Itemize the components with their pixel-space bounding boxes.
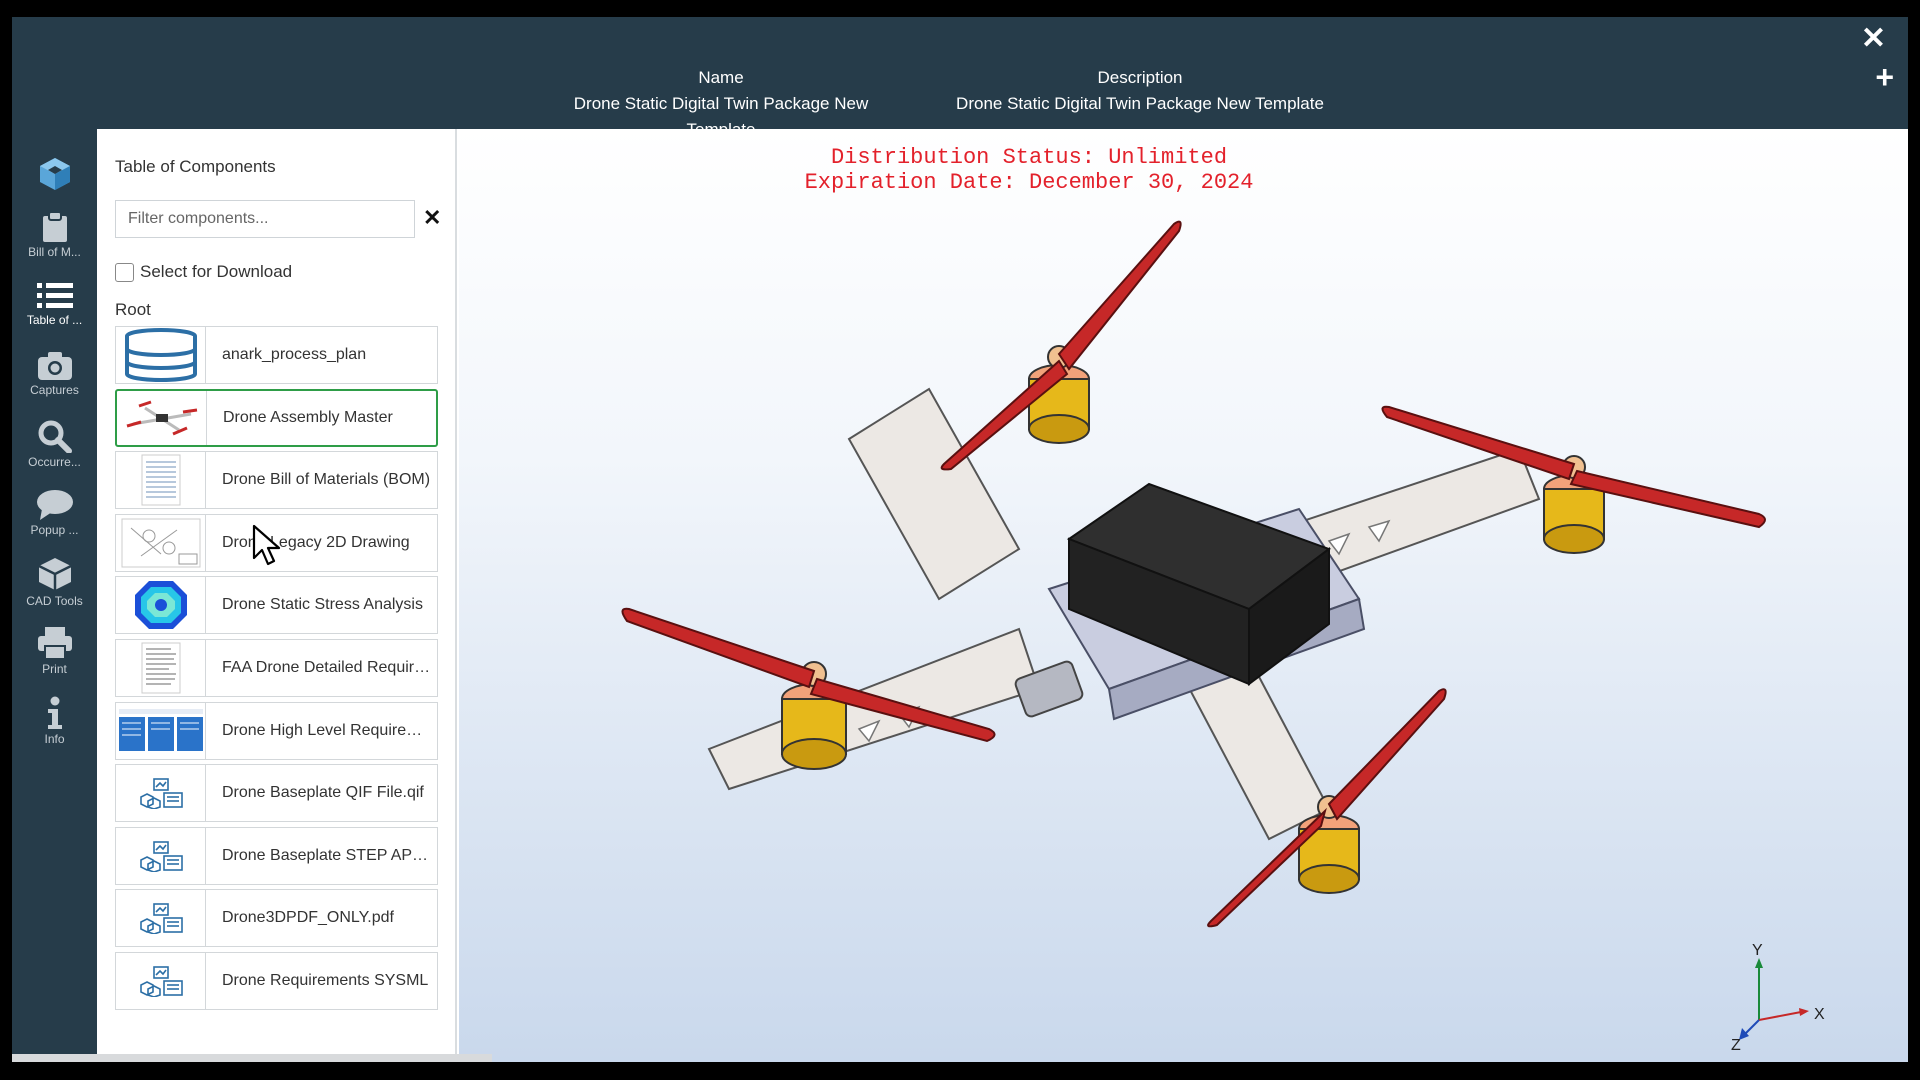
description-value: Drone Static Digital Twin Package New Te…	[956, 94, 1324, 113]
propeller-back-left-a	[1057, 220, 1182, 371]
info-icon	[47, 696, 62, 729]
component-row[interactable]: Drone3DPDF_ONLY.pdf	[115, 889, 438, 948]
rail-item-popup[interactable]: Popup ...	[12, 489, 97, 537]
drone-model[interactable]	[459, 129, 1908, 1062]
components-list: anark_process_plan Drone Assembly Master	[115, 326, 438, 1015]
database-icon	[116, 327, 206, 383]
cad-files-icon	[116, 952, 206, 1009]
header-bar: Name Drone Static Digital Twin Package N…	[12, 17, 1908, 139]
clear-filter-icon[interactable]: ✕	[423, 205, 441, 231]
document-thumb	[116, 452, 206, 509]
axis-y-label: Y	[1752, 942, 1763, 959]
select-for-download[interactable]: Select for Download	[115, 262, 292, 282]
speech-bubble-icon	[36, 490, 73, 520]
list-icon	[36, 283, 73, 308]
document-thumb	[116, 639, 206, 696]
rail-label: Occurre...	[28, 455, 81, 469]
rail-item-print[interactable]: Print	[12, 626, 97, 676]
component-label: Drone High Level Requirements	[222, 721, 434, 739]
screen: Name Drone Static Digital Twin Package N…	[0, 0, 1920, 1080]
rail-item-occurrences[interactable]: Occurre...	[12, 419, 97, 469]
rail-item-info[interactable]: Info	[12, 696, 97, 746]
component-label: Drone Assembly Master	[223, 408, 393, 426]
camera-icon	[37, 352, 72, 380]
rail-item-table-of-components[interactable]: Table of ...	[12, 281, 97, 327]
rail-item-captures[interactable]: Captures	[12, 351, 97, 397]
root-label: Root	[115, 300, 151, 319]
close-icon[interactable]: ✕	[1861, 19, 1886, 59]
component-label: Drone Bill of Materials (BOM)	[222, 471, 431, 489]
rail-label: CAD Tools	[26, 594, 83, 608]
component-row[interactable]: Drone High Level Requirements	[115, 701, 438, 760]
rail-label: Print	[42, 662, 67, 676]
axis-z-label: Z	[1731, 1037, 1741, 1052]
propeller-front-left-a	[621, 607, 816, 689]
propeller-front-right-a	[1327, 688, 1447, 821]
component-label: FAA Drone Detailed Requirements	[222, 658, 434, 676]
rail-label: Table of ...	[26, 313, 83, 327]
select-for-download-label: Select for Download	[140, 262, 293, 281]
component-label: Drone Static Stress Analysis	[222, 596, 423, 614]
cad-files-icon	[116, 827, 206, 884]
rail-label: Info	[44, 732, 65, 746]
slides-thumb	[116, 702, 206, 759]
component-row-selected[interactable]: Drone Assembly Master	[115, 388, 438, 447]
left-rail: Bill of M... Table of ... Captures Occur…	[12, 129, 97, 1062]
cad-files-icon	[116, 765, 206, 822]
component-label: Drone3DPDF_ONLY.pdf	[222, 909, 394, 927]
description-label: Description	[1097, 68, 1183, 87]
printer-icon	[37, 627, 72, 660]
axis-x-label: X	[1814, 1006, 1825, 1023]
component-row[interactable]: Drone Bill of Materials (BOM)	[115, 451, 438, 510]
panel-title: Table of Components	[115, 157, 276, 176]
search-icon	[38, 420, 72, 453]
component-label: anark_process_plan	[222, 346, 367, 363]
component-row[interactable]: Drone Requirements SYSML	[115, 951, 438, 1010]
component-row[interactable]: FAA Drone Detailed Requirements	[115, 638, 438, 697]
status-bar	[12, 1054, 492, 1062]
component-label: Drone Baseplate QIF File.qif	[222, 784, 424, 802]
description-column: Description Drone Static Digital Twin Pa…	[950, 65, 1330, 117]
components-panel: Table of Components ✕ Select for Downloa…	[97, 129, 457, 1062]
component-label: Drone Legacy 2D Drawing	[222, 533, 410, 551]
filter-input[interactable]	[115, 200, 415, 238]
component-row[interactable]: Drone Baseplate STEP AP242	[115, 826, 438, 885]
rail-label: Bill of M...	[28, 245, 81, 259]
logo-cube-icon[interactable]	[12, 155, 97, 195]
component-row[interactable]: anark_process_plan	[115, 326, 438, 384]
drone-thumb	[117, 390, 207, 445]
drawing-thumb	[116, 514, 206, 571]
viewer-window: Name Drone Static Digital Twin Package N…	[12, 17, 1908, 1062]
download-checkbox[interactable]	[115, 262, 134, 282]
clipboard-icon	[42, 211, 67, 242]
component-label: Drone Requirements SYSML	[222, 971, 429, 989]
component-row[interactable]: Drone Static Stress Analysis	[115, 576, 438, 635]
rail-item-cad-tools[interactable]: CAD Tools	[12, 556, 97, 608]
3d-viewport[interactable]: Distribution Status: Unlimited Expiratio…	[459, 129, 1908, 1062]
stress-thumb	[116, 577, 206, 634]
name-label: Name	[698, 68, 744, 87]
rail-item-bill-of-materials[interactable]: Bill of M...	[12, 211, 97, 259]
plus-icon[interactable]: +	[1875, 59, 1894, 95]
component-label: Drone Baseplate STEP AP242	[222, 846, 434, 864]
cube-icon	[37, 558, 72, 590]
component-row[interactable]: Drone Baseplate QIF File.qif	[115, 764, 438, 823]
rail-label: Captures	[30, 383, 79, 397]
axis-triad: Y X Z	[1731, 942, 1825, 1052]
mouse-cursor-icon	[252, 524, 281, 566]
cad-files-icon	[116, 890, 206, 947]
rail-label: Popup ...	[30, 523, 79, 537]
